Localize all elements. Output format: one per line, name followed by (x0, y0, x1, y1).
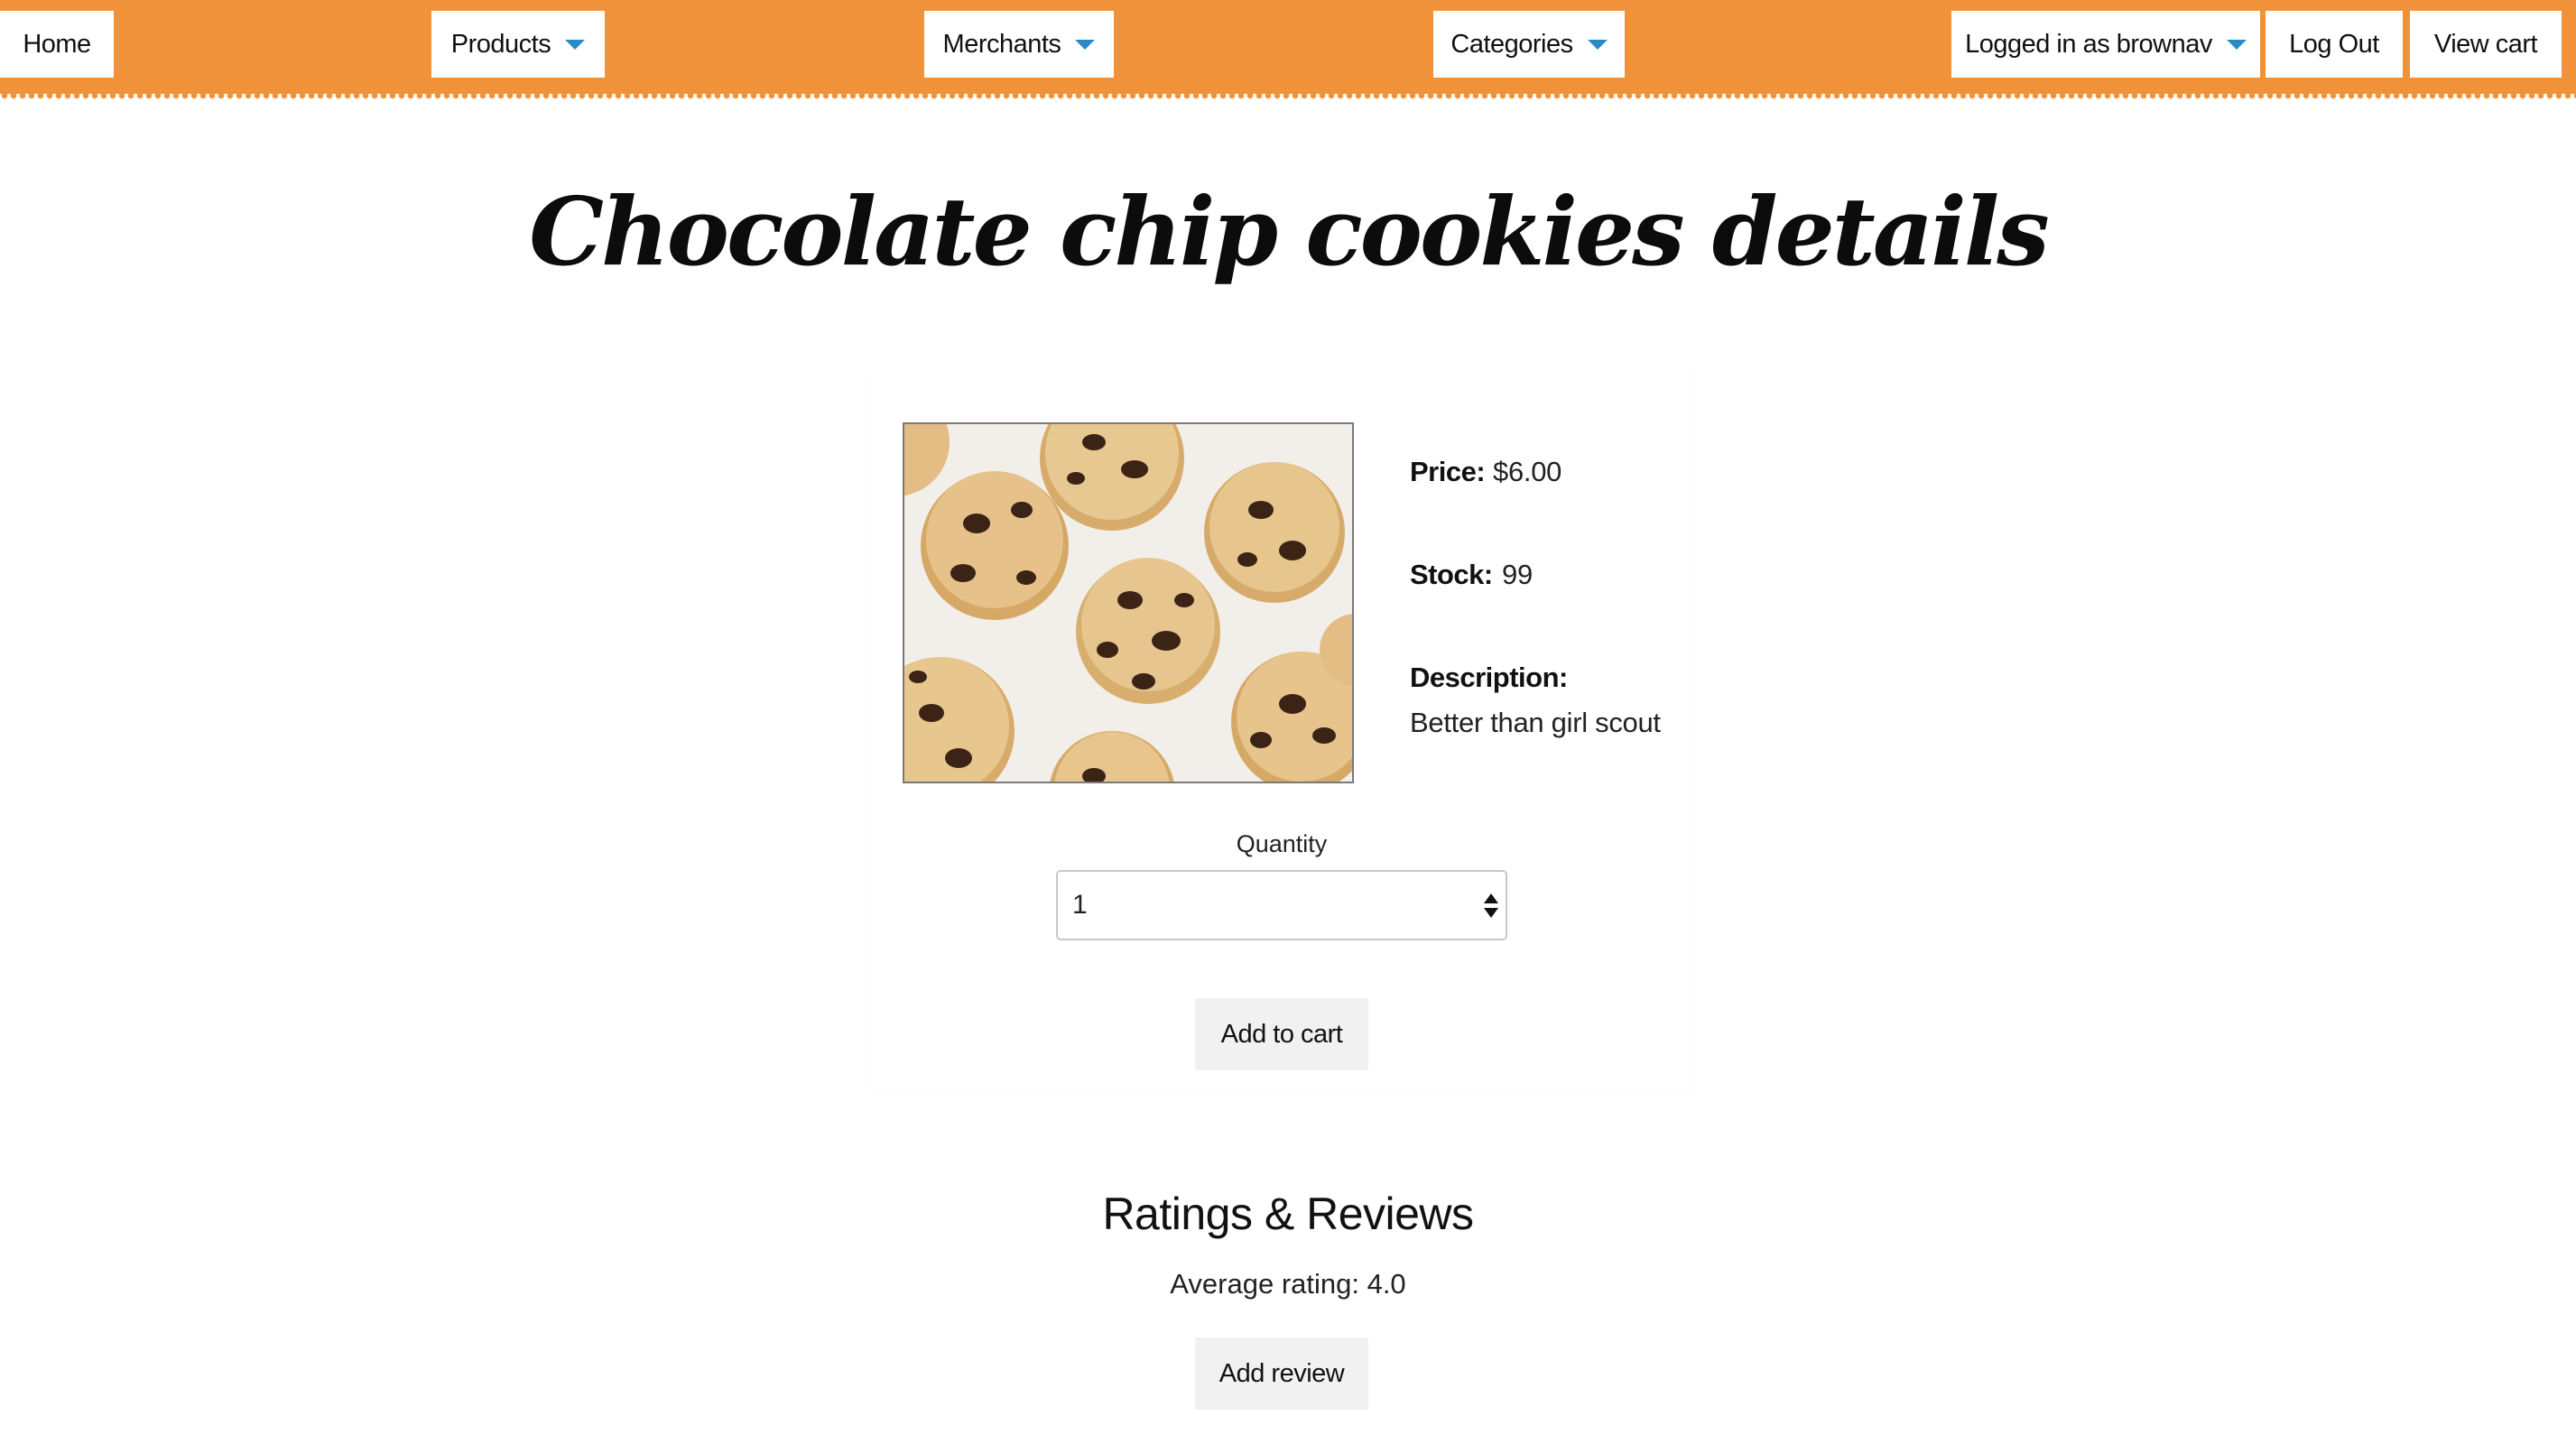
product-image (903, 422, 1354, 783)
add-review-button[interactable]: Add review (1195, 1338, 1368, 1410)
quantity-label: Quantity (1236, 830, 1328, 857)
chevron-down-icon (565, 39, 586, 50)
description-value: Better than girl scout (1410, 707, 1661, 738)
nav-categories-dropdown[interactable]: Categories (1433, 11, 1625, 78)
arrow-down-icon[interactable] (1484, 908, 1498, 918)
add-to-cart-button[interactable]: Add to cart (1195, 998, 1368, 1070)
nav-logout[interactable]: Log Out (2266, 11, 2403, 78)
nav-view-cart-label: View cart (2433, 29, 2538, 59)
navbar-dotted-edge (0, 91, 2576, 100)
nav-products-dropdown[interactable]: Products (431, 11, 605, 78)
nav-merchants-label: Merchants (942, 29, 1061, 59)
price-value: $6.00 (1493, 456, 1562, 487)
quantity-stepper[interactable]: 1 (1056, 870, 1507, 940)
nav-products-label: Products (450, 29, 551, 59)
page-title: Chocolate chip cookies details (529, 176, 2050, 287)
nav-merchants-dropdown[interactable]: Merchants (924, 11, 1114, 78)
cookies-image (904, 424, 1352, 782)
stock-label: Stock: (1410, 559, 1493, 590)
quantity-value: 1 (1072, 890, 1088, 920)
chevron-down-icon (1075, 39, 1096, 50)
nav-view-cart[interactable]: View cart (2410, 11, 2562, 78)
chevron-down-icon (2226, 39, 2247, 50)
nav-categories-label: Categories (1450, 29, 1573, 59)
stock-value: 99 (1502, 559, 1533, 590)
nav-home[interactable]: Home (0, 11, 114, 78)
nav-user-dropdown[interactable]: Logged in as brownav (1951, 11, 2260, 78)
reviews-heading: Ratings & Reviews (1102, 1189, 1474, 1239)
price-label: Price: (1410, 456, 1486, 487)
description-label: Description: (1410, 662, 1568, 693)
stepper-arrows-icon[interactable] (1484, 893, 1498, 921)
arrow-up-icon[interactable] (1484, 893, 1498, 903)
nav-home-label: Home (23, 29, 91, 59)
chevron-down-icon (1587, 39, 1608, 50)
nav-logout-label: Log Out (2289, 29, 2379, 59)
average-rating: Average rating: 4.0 (1170, 1268, 1406, 1300)
nav-user-label: Logged in as brownav (1965, 29, 2212, 59)
